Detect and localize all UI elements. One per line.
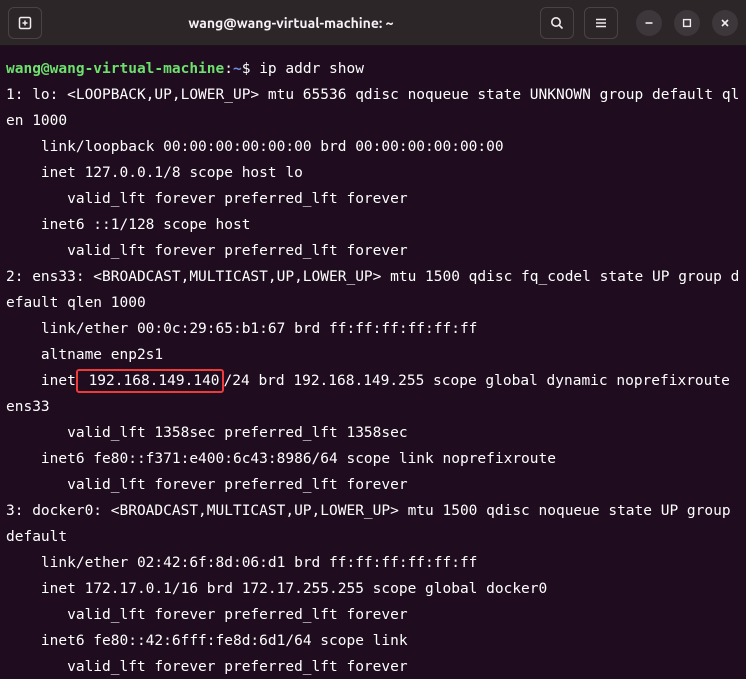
output-line: 1: lo: <LOOPBACK,UP,LOWER_UP> mtu 65536 … [6,82,740,134]
output-line: link/ether 02:42:6f:8d:06:d1 brd ff:ff:f… [6,550,740,576]
close-button[interactable] [712,10,738,36]
prompt-user-host: wang@wang-virtual-machine [6,61,224,77]
output-line: inet 172.17.0.1/16 brd 172.17.255.255 sc… [6,576,740,602]
prompt-path: ~ [233,61,242,77]
output-line: inet 127.0.0.1/8 scope host lo [6,160,740,186]
minimize-icon [644,18,654,28]
output-line-highlighted: inet 192.168.149.140/24 brd 192.168.149.… [6,368,740,420]
search-icon [549,15,565,31]
output-line: link/ether 00:0c:29:65:b1:67 brd ff:ff:f… [6,316,740,342]
output-line: valid_lft forever preferred_lft forever [6,472,740,498]
output-line: valid_lft 1358sec preferred_lft 1358sec [6,420,740,446]
terminal-area[interactable]: wang@wang-virtual-machine:~$ ip addr sho… [0,46,746,679]
output-line: valid_lft forever preferred_lft forever [6,602,740,628]
output-line: valid_lft forever preferred_lft forever [6,186,740,212]
window-controls [636,10,738,36]
output-line: link/loopback 00:00:00:00:00:00 brd 00:0… [6,134,740,160]
command-text: ip addr show [259,61,364,77]
output-segment: inet [6,373,76,389]
search-button[interactable] [540,7,574,39]
menu-button[interactable] [584,7,618,39]
window-title: wang@wang-virtual-machine: ~ [50,15,532,31]
prompt-line: wang@wang-virtual-machine:~$ ip addr sho… [6,56,740,82]
output-line: valid_lft forever preferred_lft forever [6,654,740,679]
minimize-button[interactable] [636,10,662,36]
ip-highlight-box: 192.168.149.140 [76,369,224,393]
output-line: inet6 ::1/128 scope host [6,212,740,238]
output-line: inet6 fe80::f371:e400:6c43:8986/64 scope… [6,446,740,472]
output-line: altname enp2s1 [6,342,740,368]
prompt-dollar: $ [242,61,259,77]
new-tab-button[interactable] [8,7,42,39]
output-line: 2: ens33: <BROADCAST,MULTICAST,UP,LOWER_… [6,264,740,316]
maximize-button[interactable] [674,10,700,36]
titlebar-left [8,7,42,39]
close-icon [720,18,730,28]
titlebar: wang@wang-virtual-machine: ~ [0,0,746,46]
output-line: inet6 fe80::42:6fff:fe8d:6d1/64 scope li… [6,628,740,654]
hamburger-icon [593,15,609,31]
output-line: valid_lft forever preferred_lft forever [6,238,740,264]
output-line: 3: docker0: <BROADCAST,MULTICAST,UP,LOWE… [6,498,740,550]
maximize-icon [682,18,692,28]
new-tab-icon [17,15,33,31]
titlebar-right [540,7,738,39]
prompt-colon: : [224,61,233,77]
